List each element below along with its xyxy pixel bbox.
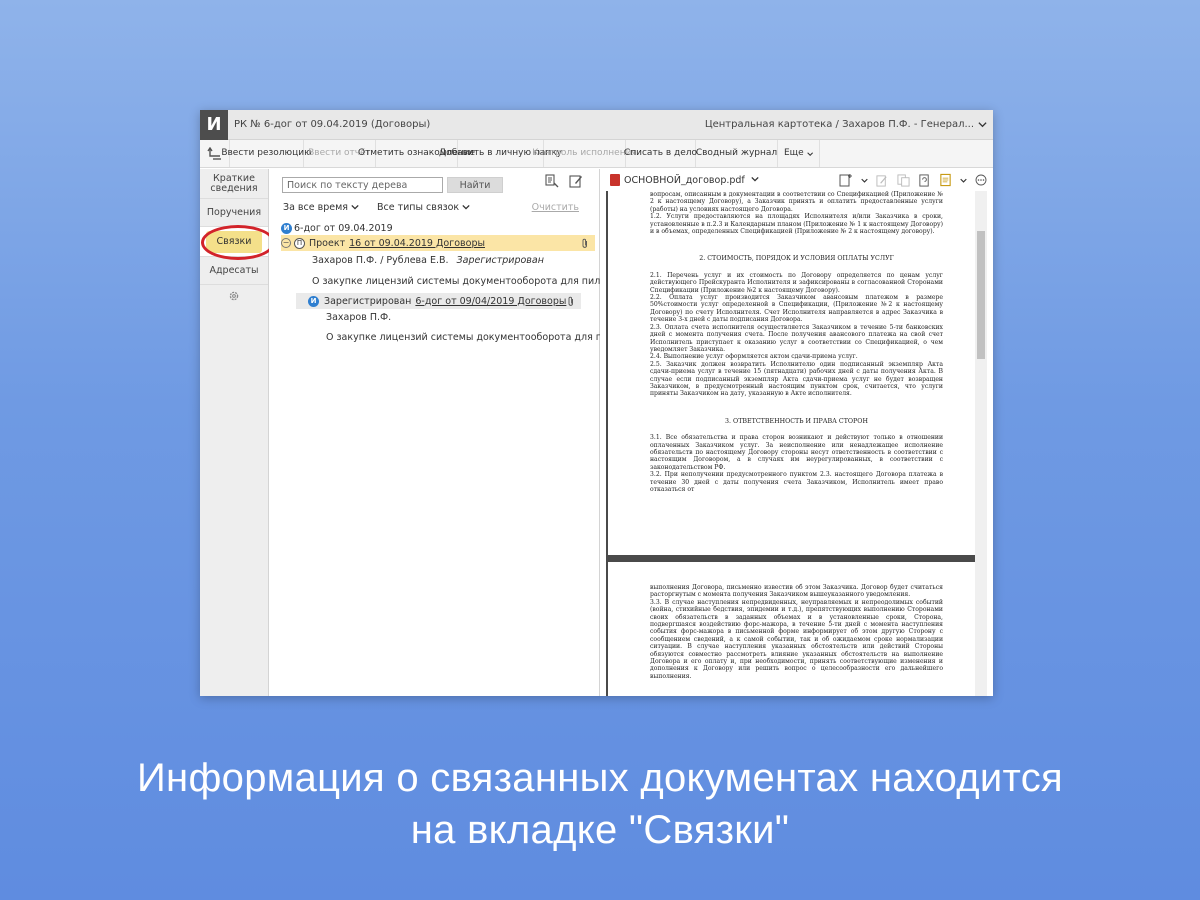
tree-child-node[interactable]: И Зарегистрирован 6-дог от 09/04/2019 До… (296, 293, 581, 309)
toolbar: Ввести резолюцию Ввести отчёт Отметить о… (200, 140, 993, 168)
file-to-case-button[interactable]: Списать в дело (624, 140, 697, 167)
chevron-down-icon (806, 151, 813, 156)
child-person-row: Захаров П.Ф. (326, 312, 391, 323)
nav-links[interactable]: Связки (200, 227, 268, 257)
chevron-down-icon (978, 122, 987, 128)
pdf-paragraph: 2.3. Оплата счета исполнителя осуществля… (650, 323, 943, 353)
file-name: ОСНОВНОЙ_договор.pdf (624, 174, 745, 186)
pdf-page-1: вопросам, описанным в документации в соо… (608, 191, 975, 555)
pdf-canvas[interactable]: вопросам, описанным в документации в соо… (606, 191, 987, 696)
side-navigation: Краткие сведения Поручения Связки Адреса… (200, 169, 275, 696)
slide-caption: Информация о связанных документах находи… (0, 752, 1200, 856)
pdf-paragraph: 3.3. В случае наступления непредвиденных… (650, 598, 943, 680)
context-label: Центральная картотека / Захаров П.Ф. - Г… (704, 119, 974, 130)
pdf-icon (610, 174, 620, 186)
internal-doc-badge: И (281, 222, 292, 234)
internal-doc-badge: И (308, 295, 319, 307)
pdf-paragraph: 2.4. Выполнение услуг оформляется актом … (650, 353, 858, 361)
chevron-down-icon[interactable] (861, 177, 868, 184)
scrollbar-thumb[interactable] (977, 231, 985, 359)
pdf-paragraph: вопросам, описанным в документации в соо… (650, 191, 943, 213)
link-type-filter-dropdown[interactable]: Все типы связок (377, 202, 470, 213)
link-type-filter-label: Все типы связок (376, 201, 460, 213)
tree-filter-icon[interactable] (545, 174, 559, 188)
project-people: Захаров П.Ф. / Рублева Е.В. (312, 255, 449, 266)
nav-brief-info[interactable]: Краткие сведения (200, 169, 268, 199)
chevron-down-icon (462, 204, 470, 210)
child-subject: О закупке лицензий системы документообор… (326, 332, 635, 343)
child-subject-row: О закупке лицензий системы документообор… (326, 332, 635, 343)
time-filter-dropdown[interactable]: За все время (283, 202, 359, 213)
document-viewer: ОСНОВНОЙ_договор.pdf вопросам, описанным (600, 169, 993, 696)
pdf-heading: 3. ОТВЕТСТВЕННОСТЬ И ПРАВА СТОРОН (725, 417, 868, 425)
chevron-down-icon (751, 176, 759, 182)
attachment-icon (568, 296, 573, 306)
more-menu-button[interactable]: Еще (778, 140, 820, 167)
document-list-icon[interactable] (939, 173, 952, 187)
pdf-heading: 2. СТОИМОСТЬ, ПОРЯДОК И УСЛОВИЯ ОПЛАТЫ У… (699, 255, 894, 263)
app-logo: И (200, 110, 228, 140)
child-prefix: Зарегистрирован (324, 295, 412, 307)
pdf-paragraph: 3.1. Все обязательства и права сторон во… (650, 434, 943, 471)
enter-resolution-button[interactable]: Ввести резолюцию (221, 140, 312, 167)
context-selector[interactable]: Центральная картотека / Захаров П.Ф. - Г… (705, 119, 987, 130)
tree-search-input[interactable] (282, 177, 443, 193)
more-label: Еще (784, 148, 804, 158)
project-badge: П (294, 237, 305, 249)
edit-icon[interactable] (569, 174, 583, 188)
rotate-document-icon[interactable] (918, 173, 931, 187)
settings-button[interactable] (200, 285, 268, 307)
nav-tasks[interactable]: Поручения (200, 199, 268, 227)
pdf-paragraph: 2.2. Оплата услуг производится Заказчико… (650, 294, 943, 324)
file-selector[interactable]: ОСНОВНОЙ_договор.pdf (624, 175, 759, 186)
tree-project-node[interactable]: − П Проект 16 от 09.04.2019 Договоры (281, 235, 595, 251)
summary-journal-button[interactable]: Сводный журнал (696, 140, 778, 167)
app-window: И РК № 6-дог от 09.04.2019 (Договоры) Це… (200, 110, 993, 696)
project-link[interactable]: 16 от 09.04.2019 Договоры (349, 238, 485, 249)
pdf-paragraph: выполнения Договора, письменно известив … (650, 584, 943, 599)
nav-addressees[interactable]: Адресаты (200, 257, 268, 285)
pdf-page-2: выполнения Договора, письменно известив … (608, 562, 975, 696)
tree-root-node[interactable]: И 6-дог от 09.04.2019 (281, 221, 591, 235)
nav-links-label: Связки (205, 230, 263, 253)
chevron-down-icon (351, 204, 359, 210)
collapse-icon[interactable]: − (281, 238, 291, 248)
links-tree-panel: Найти За все время Все типы связок Очист… (269, 169, 638, 696)
add-to-folder-button[interactable]: Добавить в личную папку (439, 140, 562, 167)
project-subject-row: О закупке лицензий системы документообор… (312, 276, 638, 287)
find-button[interactable]: Найти (447, 177, 503, 193)
tree-root-label: 6-дог от 09.04.2019 (294, 222, 393, 234)
viewer-toolbar: ОСНОВНОЙ_договор.pdf (600, 169, 993, 191)
time-filter-label: За все время (283, 201, 348, 213)
new-document-icon[interactable] (839, 173, 853, 187)
pdf-paragraph: 3.2. При неполучении предусмотренного пу… (650, 471, 943, 493)
viewer-tools (839, 173, 987, 187)
back-icon (206, 146, 221, 160)
project-people-row: Захаров П.Ф. / Рублева Е.В. Зарегистриро… (312, 255, 544, 266)
copy-document-icon[interactable] (897, 173, 910, 187)
pdf-paragraph: 1.2. Услуги предоставляются на площадях … (650, 213, 943, 236)
project-subject: О закупке лицензий системы документообор… (312, 276, 638, 287)
clear-filter-link[interactable]: Очистить (532, 202, 579, 213)
attachment-icon (582, 238, 587, 248)
tree-filter-row: За все время Все типы связок Очистить (269, 196, 599, 218)
chevron-down-icon[interactable] (960, 177, 967, 184)
title-bar: И РК № 6-дог от 09.04.2019 (Договоры) Це… (200, 110, 993, 140)
caption-line-1: Информация о связанных документах находи… (137, 756, 1063, 800)
tree-tools (545, 174, 583, 188)
child-link[interactable]: 6-дог от 09/04/2019 Договоры (415, 296, 566, 307)
project-prefix: Проект (309, 237, 346, 249)
caption-line-2: на вкладке "Связки" (410, 808, 790, 852)
more-options-icon[interactable] (975, 174, 987, 186)
pdf-paragraph: 2.1. Перечень услуг и их стоимость по До… (650, 271, 943, 294)
edit-document-icon[interactable] (876, 174, 889, 187)
content-area: Краткие сведения Поручения Связки Адреса… (200, 169, 993, 696)
pdf-paragraph: 2.5. Заказчик должен возвратить Исполнит… (650, 360, 943, 398)
execution-control-button[interactable]: Контроль исполнения (532, 140, 637, 167)
child-person: Захаров П.Ф. (326, 312, 392, 323)
window-title: РК № 6-дог от 09.04.2019 (Договоры) (234, 119, 431, 130)
pdf-scrollbar[interactable] (975, 191, 987, 696)
gear-icon (229, 291, 239, 301)
project-status: Зарегистрирован (456, 255, 544, 266)
